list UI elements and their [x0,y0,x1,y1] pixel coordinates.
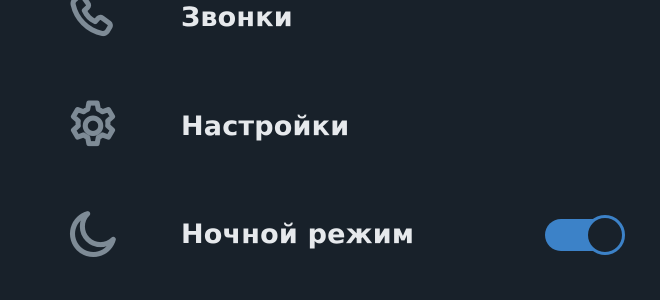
side-menu: Звонки Настройки Ночной режим [0,0,660,300]
toggle-knob [585,215,625,255]
menu-item-night-mode[interactable]: Ночной режим [0,197,660,271]
phone-icon [62,0,124,48]
night-mode-toggle[interactable] [545,215,625,255]
menu-item-calls[interactable]: Звонки [0,0,660,54]
menu-item-label: Настройки [181,110,350,142]
gear-icon [62,95,124,157]
menu-item-settings[interactable]: Настройки [0,89,660,163]
menu-item-label: Ночной режим [181,218,415,250]
moon-icon [62,203,124,265]
menu-item-label: Звонки [181,1,293,33]
